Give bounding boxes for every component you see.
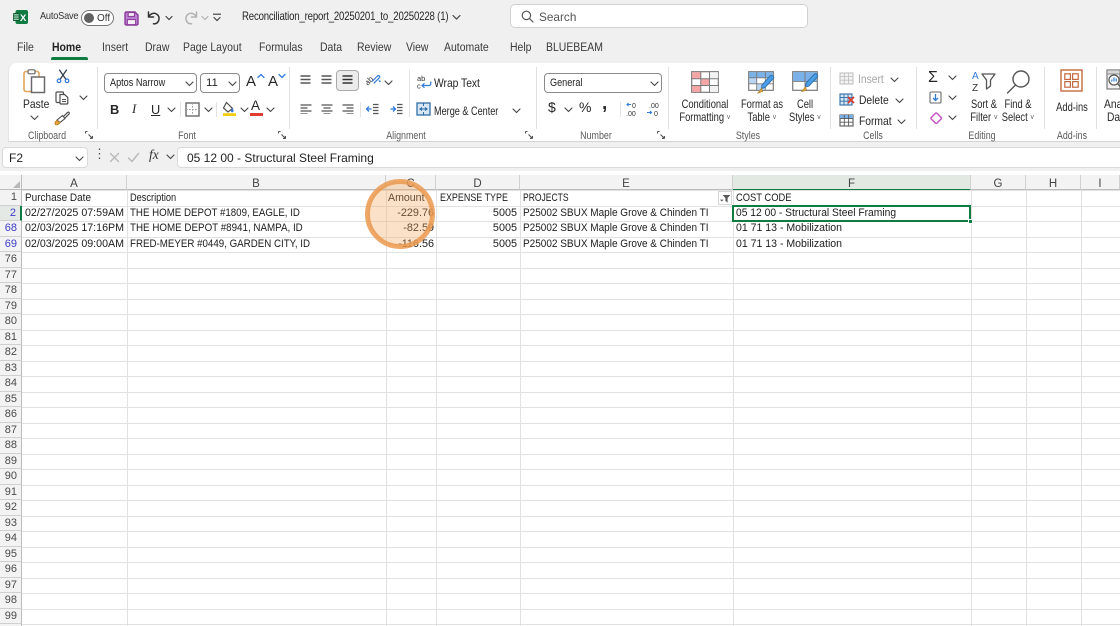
svg-text:.00: .00 [649,103,659,110]
svg-text:0: 0 [654,111,658,116]
svg-text:X: X [20,13,27,24]
svg-text:0: 0 [632,103,636,110]
svg-text:A: A [972,71,979,82]
svg-text:c: c [417,82,421,90]
svg-text:Z: Z [972,83,978,94]
svg-text:.00: .00 [626,111,636,116]
